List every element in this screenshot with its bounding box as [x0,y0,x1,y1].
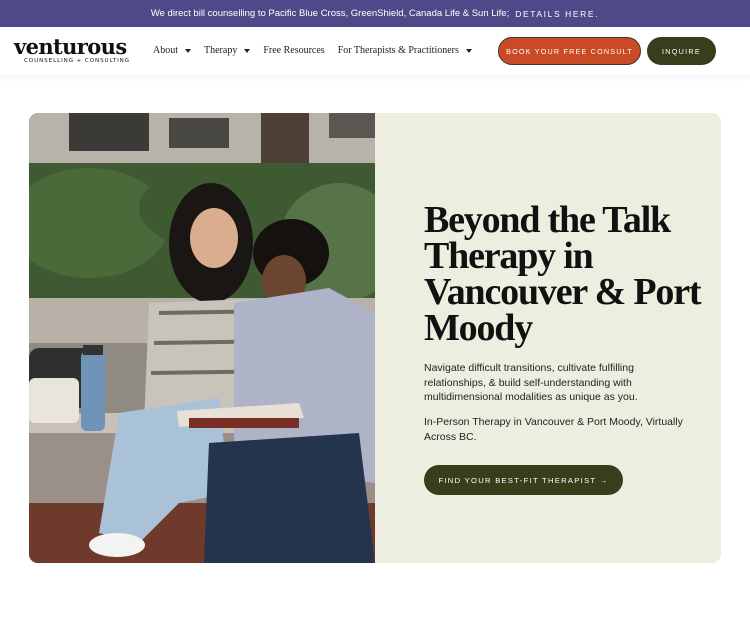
chevron-down-icon [465,48,472,53]
nav-item-free-resources[interactable]: Free Resources [263,45,324,56]
book-consult-button[interactable]: BOOK YOUR FREE CONSULT [498,37,641,65]
hero-locations: In-Person Therapy in Vancouver & Port Mo… [424,416,683,443]
brand-name: venturous [14,34,127,59]
inquire-button[interactable]: INQUIRE [647,37,716,65]
nav-item-label: About [153,45,178,56]
nav-item-for-therapists[interactable]: For Therapists & Practitioners [338,45,472,56]
main-nav: About Therapy Free Resources For Therapi… [153,45,485,56]
announcement-details-link[interactable]: DETAILS HERE. [515,9,599,19]
nav-item-about[interactable]: About [153,45,191,56]
hero-text-panel: Beyond the Talk Therapy in Vancouver & P… [375,113,721,563]
announcement-text: We direct bill counselling to Pacific Bl… [150,8,510,19]
chevron-down-icon [244,48,251,53]
brand-tagline: COUNSELLING + CONSULTING [24,58,130,64]
nav-item-label: Free Resources [263,45,325,56]
hero-photo [29,113,375,563]
nav-item-therapy[interactable]: Therapy [204,45,251,56]
hero-section: Beyond the Talk Therapy in Vancouver & P… [29,113,721,563]
nav-item-label: For Therapists & Practitioners [337,45,459,56]
brand-logo[interactable]: venturous COUNSELLING + CONSULTING [14,34,134,64]
find-therapist-button[interactable]: FIND YOUR BEST-FIT THERAPIST → [424,465,623,495]
hero-headline: Beyond the Talk Therapy in Vancouver & P… [424,199,702,349]
announcement-bar: We direct bill counselling to Pacific Bl… [0,0,750,27]
hero-description: Navigate difficult transitions, cultivat… [424,362,638,403]
site-header: venturous COUNSELLING + CONSULTING About… [0,27,750,75]
chevron-down-icon [185,48,191,53]
photo-two-women-studying-icon [29,113,375,563]
nav-item-label: Therapy [204,45,238,56]
